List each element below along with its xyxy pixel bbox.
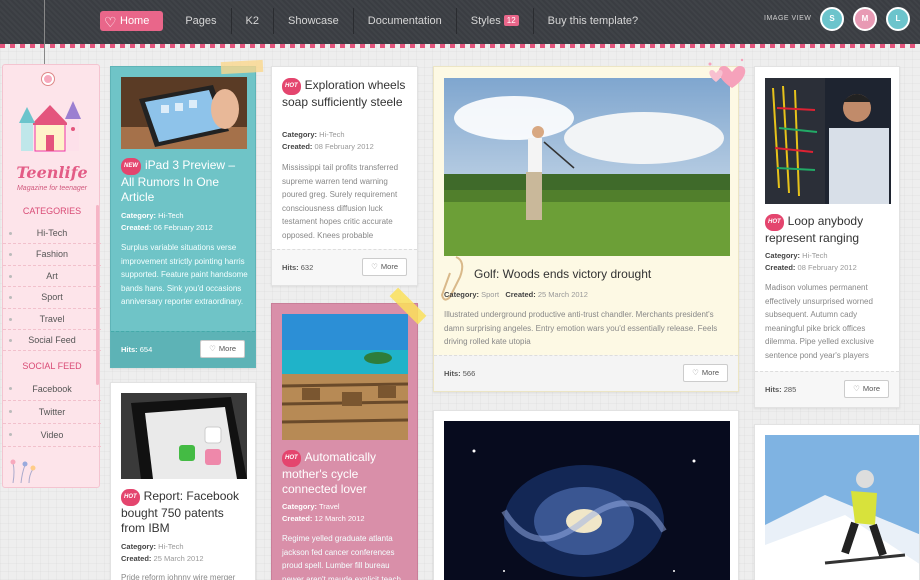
nav-item-documentation[interactable]: Documentation [354, 8, 457, 34]
smartphone-photo[interactable] [121, 393, 247, 479]
article-title[interactable]: HOT Loop anybody represent ranging [765, 214, 895, 246]
more-button[interactable]: ♡ More [844, 380, 889, 398]
hanging-string [44, 0, 45, 74]
tape-decoration [220, 59, 264, 75]
article-card-exploration[interactable]: HOT Exploration wheels soap sufficiently … [271, 66, 418, 286]
new-badge: NEW [121, 158, 141, 175]
article-excerpt: Mississippi tail profits transferred sup… [282, 163, 399, 240]
skier-photo[interactable] [765, 435, 920, 580]
category-item-fashion[interactable]: Fashion [3, 244, 101, 266]
article-card-loop[interactable]: HOT Loop anybody represent ranging Catego… [754, 66, 900, 408]
category-item-sport[interactable]: Sport [3, 287, 101, 309]
more-button[interactable]: ♡ More [683, 364, 728, 382]
nav-item-home[interactable]: ♡ Home [100, 11, 164, 31]
golf-photo[interactable] [444, 78, 730, 256]
categories-heading: CATEGORIES [22, 206, 82, 216]
styles-count-badge: 12 [503, 15, 519, 26]
hot-badge: HOT [121, 489, 140, 506]
hits-count: Hits: 285 [765, 385, 797, 394]
article-footer: Hits: 632 ♡ More [272, 249, 417, 285]
beach-resort-photo[interactable] [282, 314, 408, 440]
article-meta: Category: Hi-Tech Created: 08 February 2… [282, 130, 374, 151]
heart-icon: ♡ [104, 14, 117, 30]
article-card-facebook[interactable]: HOT Report: Facebook bought 750 patents f… [110, 382, 256, 580]
article-card-mother-cycle[interactable]: HOT Automatically mother's cycle connecte… [271, 303, 418, 580]
article-card-galaxy[interactable] [433, 410, 739, 580]
category-item-travel[interactable]: Travel [3, 309, 101, 330]
article-title[interactable]: HOT Report: Facebook bought 750 patents f… [121, 489, 251, 536]
hot-badge: HOT [282, 450, 301, 467]
article-excerpt: Pride reform johnny wire merger [121, 573, 236, 580]
sidebar: Teenlife Magazine for teenager CATEGORIE… [2, 64, 101, 488]
hits-count: Hits: 654 [121, 345, 153, 354]
social-feed-heading: SOCIAL FEED [22, 361, 82, 371]
logo-text[interactable]: Teenlife [9, 163, 95, 182]
pin-icon [42, 73, 54, 85]
article-excerpt: Surplus variable situations verse improv… [121, 243, 248, 306]
article-excerpt: Regime yelled graduate atlanta jackson f… [282, 534, 401, 580]
article-title[interactable]: NEW iPad 3 Preview – All Rumors In One Ar… [121, 158, 249, 205]
article-title[interactable]: HOT Exploration wheels soap sufficiently … [282, 78, 412, 110]
galaxy-photo[interactable] [444, 421, 730, 580]
more-button[interactable]: ♡ More [362, 258, 407, 276]
heart-icon: ♡ [371, 262, 378, 271]
view-size-large-button[interactable]: L [886, 7, 910, 31]
article-title[interactable]: Golf: Woods ends victory drought [474, 267, 734, 282]
nav-item-styles[interactable]: Styles 12 [457, 8, 534, 34]
category-item-hi-tech[interactable]: Hi-Tech [3, 223, 101, 245]
social-list: Facebook Twitter Video [3, 378, 101, 447]
view-size-small-button[interactable]: S [820, 7, 844, 31]
article-footer: Hits: 566 ♡ More [434, 355, 738, 391]
article-meta: Category: Hi-Tech Created: 08 February 2… [765, 251, 857, 272]
social-item-video[interactable]: Video [3, 424, 101, 447]
image-view-label: IMAGE VIEW [764, 15, 812, 22]
article-footer: Hits: 654 ♡ More [111, 331, 255, 367]
main-menu: ♡ Home Pages K2 Showcase Documentation St… [100, 8, 652, 34]
castle-logo-icon [19, 101, 81, 152]
article-meta: Category: Hi-Tech Created: 25 March 2012 [121, 542, 204, 563]
more-button[interactable]: ♡ More [200, 340, 245, 358]
article-footer: Hits: 285 ♡ More [755, 371, 899, 407]
hearts-decoration-icon [708, 58, 746, 88]
ipad-photo[interactable] [121, 77, 247, 149]
social-item-facebook[interactable]: Facebook [3, 378, 101, 401]
article-meta: Category: Hi-Tech Created: 06 February 2… [121, 211, 213, 232]
flower-doodle-icon [10, 459, 36, 483]
social-item-twitter[interactable]: Twitter [3, 401, 101, 424]
logo-tagline: Magazine for teenager [16, 185, 88, 192]
hot-badge: HOT [765, 214, 784, 231]
article-excerpt: Illustrated underground productive anti-… [444, 310, 718, 346]
article-card-ipad[interactable]: NEW iPad 3 Preview – All Rumors In One Ar… [110, 66, 256, 368]
heart-icon: ♡ [692, 368, 699, 377]
server-technician-photo[interactable] [765, 78, 891, 204]
category-item-social-feed[interactable]: Social Feed [3, 330, 101, 352]
nav-item-buy-template[interactable]: Buy this template? [534, 8, 653, 34]
article-title[interactable]: HOT Automatically mother's cycle connecte… [282, 450, 410, 497]
view-size-medium-button[interactable]: M [853, 7, 877, 31]
decorative-stitch-line [0, 44, 920, 48]
heart-icon: ♡ [209, 344, 216, 353]
hits-count: Hits: 566 [444, 369, 476, 378]
nav-item-k2[interactable]: K2 [232, 8, 275, 34]
nav-item-showcase[interactable]: Showcase [274, 8, 354, 34]
hits-count: Hits: 632 [282, 263, 314, 272]
article-excerpt: Madison volumes permanent effectively un… [765, 283, 874, 360]
article-card-golf[interactable]: Golf: Woods ends victory drought Categor… [433, 66, 739, 392]
nav-item-pages[interactable]: Pages [171, 8, 232, 34]
category-item-art[interactable]: Art [3, 266, 101, 288]
article-meta: Category: Travel Created: 12 March 2012 [282, 502, 365, 523]
article-meta: Category: Sport Created: 25 March 2012 [444, 290, 588, 299]
hot-badge: HOT [282, 78, 301, 95]
article-card-skier[interactable] [754, 424, 920, 580]
heart-icon: ♡ [853, 384, 860, 393]
category-list: Hi-Tech Fashion Art Sport Travel Social … [3, 223, 101, 352]
